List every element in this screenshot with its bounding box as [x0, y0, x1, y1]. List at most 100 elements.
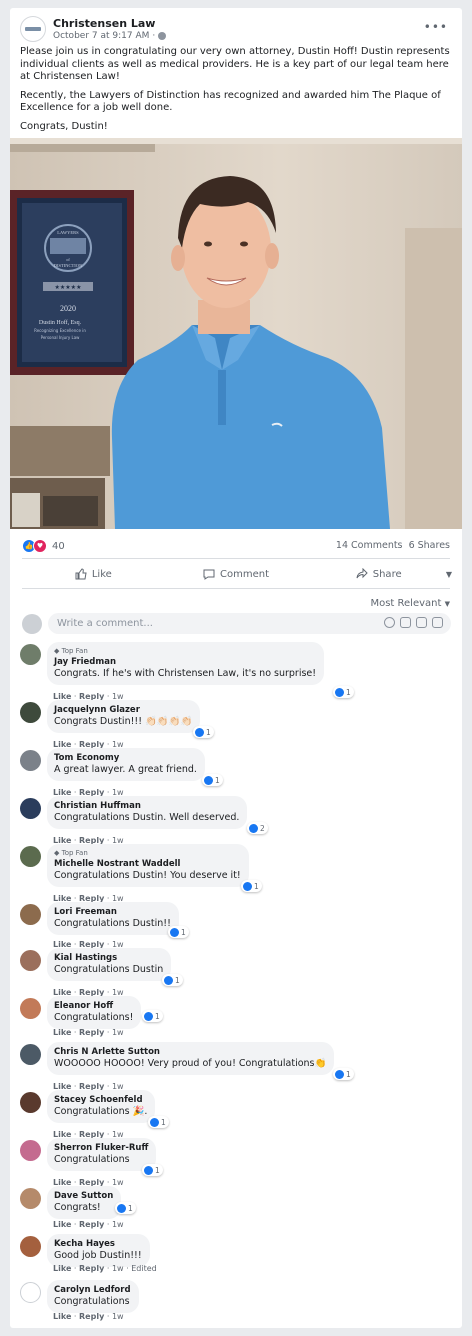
comment-time[interactable]: 1w	[112, 1178, 124, 1187]
globe-icon	[158, 32, 167, 40]
my-avatar	[22, 614, 42, 634]
post-paragraph: Please join us in congratulating our ver…	[20, 46, 450, 82]
chevron-down-icon[interactable]: ▼	[446, 570, 452, 579]
comment-text: Congrats. If he's with Christensen Law, …	[54, 668, 317, 679]
commenter-name[interactable]: Lori Freeman	[54, 906, 171, 918]
divider	[22, 558, 450, 559]
comment-reply-link[interactable]: Reply	[79, 1220, 104, 1229]
commenter-avatar[interactable]	[20, 798, 41, 819]
commenter-name[interactable]: Michelle Nostrant Waddell	[54, 858, 241, 870]
comment-text: A great lawyer. A great friend.	[54, 764, 197, 775]
commenter-avatar[interactable]	[20, 644, 41, 665]
comment-reactions[interactable]: 1	[241, 880, 262, 892]
commenter-avatar[interactable]	[20, 950, 41, 971]
comment-like-count: 1	[254, 881, 259, 891]
commenter-avatar[interactable]	[20, 1044, 41, 1065]
emoji-icon[interactable]	[384, 617, 395, 628]
comment-like-link[interactable]: Like	[53, 1220, 71, 1229]
comment-reactions[interactable]: 2	[247, 822, 268, 834]
more-options-icon[interactable]: •••	[424, 20, 448, 34]
comment-like-count: 1	[206, 727, 211, 737]
dot: ·	[106, 1220, 110, 1229]
commenter-name[interactable]: Chris N Arlette Sutton	[54, 1046, 326, 1058]
commenter-avatar[interactable]	[20, 904, 41, 925]
comment-time[interactable]: 1w	[112, 1264, 124, 1273]
plaque-line5: Personal Injury Law	[41, 335, 81, 340]
commenter-avatar[interactable]	[20, 1092, 41, 1113]
commenter-name[interactable]: Carolyn Ledford	[54, 1284, 131, 1296]
commenter-avatar[interactable]	[20, 702, 41, 723]
commenter-avatar[interactable]	[20, 1236, 41, 1257]
share-button[interactable]: Share	[307, 568, 450, 580]
comment-sort[interactable]: Most Relevant ▼	[370, 598, 450, 609]
plaque-line3: DISTINCTION	[54, 263, 83, 268]
page-avatar[interactable]	[20, 16, 46, 42]
comment-time[interactable]: 1w	[112, 1028, 124, 1037]
share-count[interactable]: 6 Shares	[409, 540, 450, 551]
commenter-name[interactable]: Tom Economy	[54, 752, 197, 764]
plaque-stars: ★★★★★	[55, 284, 82, 291]
comment-reply-link[interactable]: Reply	[79, 1264, 104, 1273]
like-button[interactable]: Like	[22, 568, 165, 580]
dot: ·	[73, 1312, 77, 1321]
comment-count[interactable]: 14 Comments	[336, 540, 403, 551]
comment-reactions[interactable]: 1	[115, 1202, 136, 1214]
comment-like-link[interactable]: Like	[53, 1264, 71, 1273]
comment-placeholder: Write a comment...	[57, 618, 153, 629]
like-reaction-icon	[164, 975, 173, 985]
comment-like-count: 1	[215, 775, 220, 785]
comment-input[interactable]: Write a comment...	[48, 613, 451, 634]
comment-like-link[interactable]: Like	[53, 1312, 71, 1321]
commenter-name[interactable]: Sherron Fluker-Ruff	[54, 1142, 148, 1154]
post-photo[interactable]: LAWYERS of DISTINCTION ★★★★★ 2020 Dustin…	[10, 138, 462, 529]
comment-like-count: 1	[161, 1117, 166, 1127]
reactions-summary[interactable]: 👍 ♥ 40	[22, 539, 65, 553]
comment-text: Congratulations	[54, 1154, 130, 1165]
commenter-name[interactable]: Dave Sutton	[54, 1190, 113, 1202]
commenter-avatar[interactable]	[20, 1282, 41, 1303]
comment-actions: Like · Reply · 1w	[53, 1312, 124, 1321]
dot: ·	[73, 1220, 77, 1229]
comment-reactions[interactable]: 1	[333, 686, 354, 698]
commenter-avatar[interactable]	[20, 1188, 41, 1209]
comment-reactions[interactable]: 1	[202, 774, 223, 786]
comment-text: Congratulations Dustin	[54, 964, 164, 975]
comment-reactions[interactable]: 1	[142, 1010, 163, 1022]
commenter-name[interactable]: Christian Huffman	[54, 800, 239, 812]
sticker-icon[interactable]	[432, 617, 443, 628]
commenter-name[interactable]: Stacey Schoenfeld	[54, 1094, 147, 1106]
love-reaction-icon: ♥	[33, 539, 47, 553]
post-paragraph: Recently, the Lawyers of Distinction has…	[20, 89, 441, 114]
commenter-name[interactable]: Kial Hastings	[54, 952, 163, 964]
comment-time[interactable]: 1w	[112, 1312, 124, 1321]
commenter-avatar[interactable]	[20, 1140, 41, 1161]
comment-button[interactable]: Comment	[165, 568, 308, 580]
commenter-name[interactable]: Jacquelynn Glazer	[54, 704, 192, 716]
post-actions: Like Comment Share ▼	[22, 562, 452, 586]
comment-reactions[interactable]: 1	[168, 926, 189, 938]
comment-time[interactable]: 1w	[112, 1220, 124, 1229]
commenter-avatar[interactable]	[20, 846, 41, 867]
comment-reactions[interactable]: 1	[148, 1116, 169, 1128]
commenter-avatar[interactable]	[20, 750, 41, 771]
comment-reactions[interactable]: 1	[333, 1068, 354, 1080]
commenter-name[interactable]: Jay Friedman	[54, 656, 316, 668]
comment-reactions[interactable]: 1	[162, 974, 183, 986]
comment-bubble: Eleanor Hoff Congratulations!	[47, 996, 142, 1029]
comment-bubble: Dave Sutton Congrats!	[47, 1186, 122, 1219]
comment-reply-link[interactable]: Reply	[79, 1312, 104, 1321]
comment-reactions[interactable]: 1	[142, 1164, 163, 1176]
dot: ·	[106, 1028, 110, 1037]
gif-icon[interactable]	[416, 617, 427, 628]
dot: ·	[73, 1264, 77, 1273]
comment-like-link[interactable]: Like	[53, 1028, 71, 1037]
post-timestamp[interactable]: October 7 at 9:17 AM	[53, 31, 149, 41]
commenter-name[interactable]: Kecha Hayes	[54, 1238, 142, 1250]
commenter-name[interactable]: Eleanor Hoff	[54, 1000, 133, 1012]
commenter-avatar[interactable]	[20, 998, 41, 1019]
comment-reactions[interactable]: 1	[193, 726, 214, 738]
page-name[interactable]: Christensen Law	[53, 17, 155, 30]
comment-reply-link[interactable]: Reply	[79, 1028, 104, 1037]
comment-edited[interactable]: Edited	[131, 1264, 157, 1273]
camera-icon[interactable]	[400, 617, 411, 628]
